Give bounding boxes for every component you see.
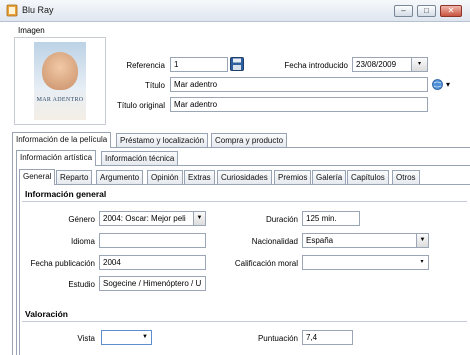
save-icon[interactable]	[230, 57, 244, 71]
informacion-general-title: Información general	[25, 189, 107, 199]
poster-frame[interactable]: MAR ADENTRO	[14, 37, 106, 125]
film-icon	[6, 4, 18, 17]
tab-informacion-artistica[interactable]: Información artística	[16, 150, 97, 166]
calificacion-moral-label: Calificación moral	[234, 259, 298, 268]
tab-informacion-tecnica[interactable]: Información técnica	[101, 151, 179, 166]
vista-label: Vista	[77, 334, 95, 343]
tab-argumento[interactable]: Argumento	[96, 170, 144, 185]
poster-title: MAR ADENTRO	[36, 97, 84, 103]
estudio-label: Estudio	[68, 280, 95, 289]
tab-general[interactable]: General	[19, 169, 56, 185]
vista-select[interactable]: ▼	[101, 330, 152, 345]
tab-otros[interactable]: Otros	[392, 170, 420, 185]
titulo-original-label: Título original	[116, 101, 165, 110]
tab-informacion-pelicula[interactable]: Información de la película	[12, 132, 112, 148]
titulo-original-field[interactable]: Mar adentro	[170, 97, 428, 112]
titulo-label: Título	[144, 81, 165, 90]
genero-label: Género	[68, 215, 95, 224]
fecha-introducido-label: Fecha introducido	[284, 61, 348, 70]
genero-dropdown-icon[interactable]: ▼	[193, 212, 205, 225]
tab-galeria[interactable]: Galería	[312, 170, 347, 185]
fecha-introducido-value: 23/08/2009	[356, 60, 397, 69]
tab-curiosidades[interactable]: Curiosidades	[217, 170, 272, 185]
tab-compra-producto[interactable]: Compra y producto	[211, 133, 288, 148]
tab-premios[interactable]: Premios	[274, 170, 312, 185]
nacionalidad-label: Nacionalidad	[251, 237, 298, 246]
idioma-label: Idioma	[70, 237, 95, 246]
genero-value: 2004: Oscar: Mejor peli	[103, 214, 186, 223]
tab-extras[interactable]: Extras	[184, 170, 215, 185]
genero-select[interactable]: 2004: Oscar: Mejor peli ▼	[99, 211, 206, 226]
close-button[interactable]: ✕	[440, 5, 462, 17]
duracion-field[interactable]: 125 min.	[302, 211, 360, 226]
valoracion-title: Valoración	[25, 309, 68, 319]
window-titlebar: Blu Ray – □ ✕	[0, 0, 470, 22]
vista-dropdown-icon[interactable]: ▼	[139, 331, 151, 344]
puntuacion-label: Puntuación	[257, 334, 298, 343]
poster-face	[42, 52, 78, 90]
tab-reparto[interactable]: Reparto	[56, 170, 93, 185]
section-divider	[22, 321, 467, 322]
estudio-field[interactable]: Sogecine / Himenóptero / U	[99, 276, 206, 291]
window-title: Blu Ray	[22, 5, 54, 15]
nacionalidad-value: España	[306, 236, 334, 245]
fecha-introducido-field[interactable]: 23/08/2009 ▾	[352, 57, 428, 72]
calificacion-dropdown-icon[interactable]: ▾	[416, 256, 428, 269]
language-dropdown-icon[interactable]: ▾	[446, 80, 450, 89]
image-label: Imagen	[18, 26, 45, 35]
section-divider	[22, 201, 467, 202]
tab-prestamo-localizacion[interactable]: Préstamo y localización	[116, 133, 209, 148]
tab-opinion[interactable]: Opinión	[147, 170, 183, 185]
movie-poster-image: MAR ADENTRO	[34, 42, 86, 120]
referencia-label: Referencia	[126, 61, 165, 70]
idioma-field[interactable]	[99, 233, 206, 248]
referencia-field[interactable]: 1	[170, 57, 228, 72]
minimize-button[interactable]: –	[394, 5, 413, 17]
duracion-label: Duración	[265, 215, 298, 224]
fecha-publicacion-label: Fecha publicación	[30, 259, 95, 268]
tab-capitulos[interactable]: Capítulos	[347, 170, 389, 185]
fecha-publicacion-field[interactable]: 2004	[99, 255, 206, 270]
maximize-button[interactable]: □	[417, 5, 436, 17]
globe-icon[interactable]	[432, 79, 443, 90]
titulo-field[interactable]: Mar adentro	[170, 77, 428, 92]
nacionalidad-select[interactable]: España ▼	[302, 233, 429, 248]
calendar-dropdown-icon[interactable]: ▾	[411, 58, 427, 71]
nacionalidad-dropdown-icon[interactable]: ▼	[416, 234, 428, 247]
puntuacion-field[interactable]: 7,4	[302, 330, 353, 345]
calificacion-moral-select[interactable]: ▾	[302, 255, 429, 270]
